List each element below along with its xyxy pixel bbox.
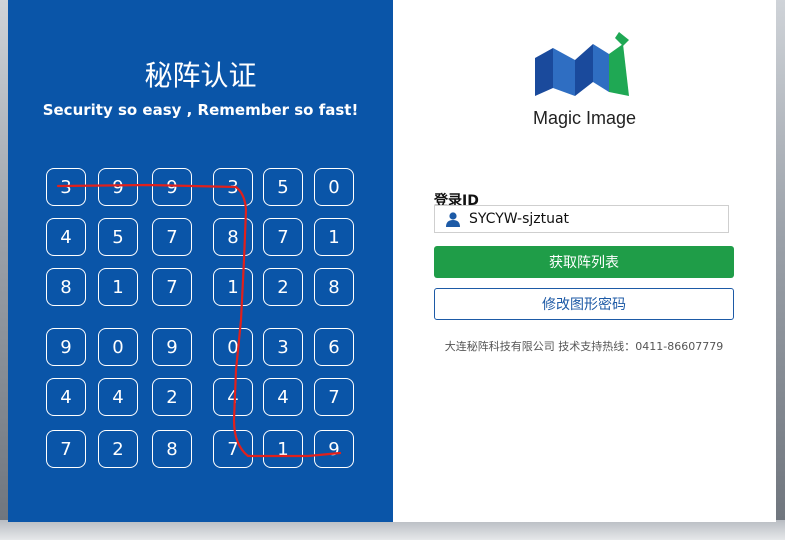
grid-key[interactable]: 4: [46, 218, 86, 256]
matrix-auth-panel: 秘阵认证 Security so easy , Remember so fast…: [8, 0, 393, 522]
grid-key[interactable]: 9: [98, 168, 138, 206]
grid-key[interactable]: 4: [46, 378, 86, 416]
grid-key[interactable]: 7: [263, 218, 303, 256]
grid-key[interactable]: 6: [314, 328, 354, 366]
grid-key[interactable]: 3: [46, 168, 86, 206]
background-strip: [0, 520, 785, 540]
grid-key[interactable]: 5: [98, 218, 138, 256]
panel-title: 秘阵认证: [144, 59, 257, 92]
grid-key[interactable]: 9: [314, 430, 354, 468]
grid-key[interactable]: 7: [314, 378, 354, 416]
magic-image-logo: [535, 32, 629, 96]
grid-key[interactable]: 4: [213, 378, 253, 416]
change-password-button[interactable]: 修改图形密码: [434, 288, 734, 320]
login-id-field[interactable]: [434, 205, 729, 233]
grid-key[interactable]: 2: [152, 378, 192, 416]
logo-text: Magic Image: [532, 108, 637, 128]
user-icon: [446, 212, 460, 227]
grid-key[interactable]: 9: [152, 168, 192, 206]
grid-key[interactable]: 1: [314, 218, 354, 256]
grid-key[interactable]: 2: [98, 430, 138, 468]
grid-key[interactable]: 0: [213, 328, 253, 366]
login-id-input[interactable]: [467, 210, 711, 228]
grid-key[interactable]: 7: [152, 268, 192, 306]
grid-key[interactable]: 8: [213, 218, 253, 256]
grid-key[interactable]: 2: [263, 268, 303, 306]
grid-key[interactable]: 8: [152, 430, 192, 468]
get-matrix-button[interactable]: 获取阵列表: [434, 246, 734, 278]
grid-key[interactable]: 0: [314, 168, 354, 206]
grid-key[interactable]: 1: [98, 268, 138, 306]
grid-key[interactable]: 8: [314, 268, 354, 306]
grid-key[interactable]: 9: [46, 328, 86, 366]
grid-key[interactable]: 7: [213, 430, 253, 468]
support-footer: 大连秘阵科技有限公司 技术支持热线：0411-86607779: [444, 340, 724, 353]
grid-key[interactable]: 9: [152, 328, 192, 366]
grid-key[interactable]: 8: [46, 268, 86, 306]
grid-key[interactable]: 3: [213, 168, 253, 206]
grid-key[interactable]: 0: [98, 328, 138, 366]
login-panel: Magic Image 登录ID 获取阵列表 修改图形密码 大连秘阵科技有限公司…: [393, 0, 776, 522]
panel-subtitle: Security so easy , Remember so fast!: [42, 101, 359, 119]
grid-key[interactable]: 1: [263, 430, 303, 468]
grid-key[interactable]: 5: [263, 168, 303, 206]
grid-key[interactable]: 4: [263, 378, 303, 416]
grid-key[interactable]: 7: [46, 430, 86, 468]
grid-key[interactable]: 3: [263, 328, 303, 366]
grid-key[interactable]: 1: [213, 268, 253, 306]
grid-key[interactable]: 4: [98, 378, 138, 416]
grid-key[interactable]: 7: [152, 218, 192, 256]
